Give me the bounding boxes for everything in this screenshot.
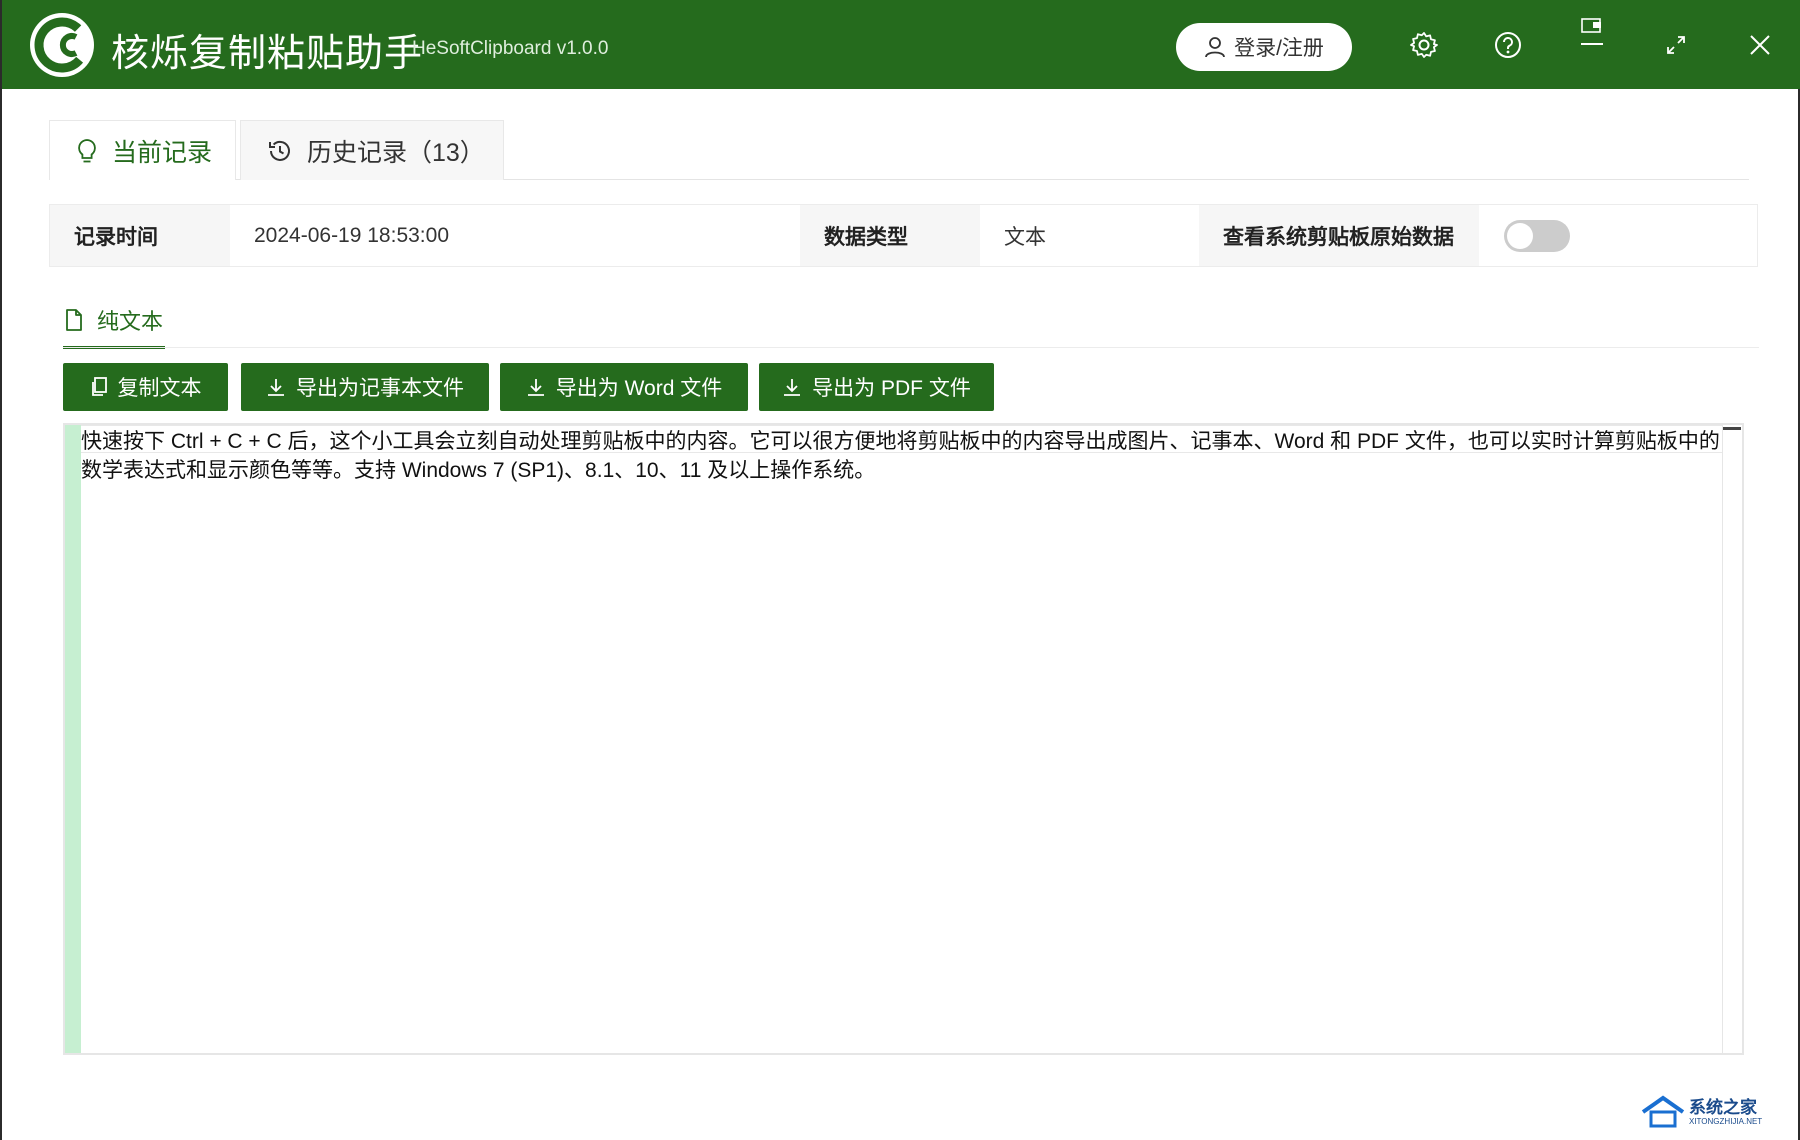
watermark-text: 系统之家 bbox=[1689, 1098, 1757, 1117]
app-version: HeSoftClipboard v1.0.0 bbox=[412, 38, 609, 59]
subtab-plain-text[interactable]: 纯文本 bbox=[63, 293, 165, 349]
record-info-row: 记录时间 2024-06-19 18:53:00 数据类型 文本 查看系统剪贴板… bbox=[49, 204, 1758, 267]
title-bar[interactable]: 核烁复制粘贴助手 HeSoftClipboard v1.0.0 登录/注册 bbox=[2, 0, 1800, 89]
export-word-button[interactable]: 导出为 Word 文件 bbox=[500, 363, 748, 411]
copy-text-button[interactable]: 复制文本 bbox=[63, 363, 228, 411]
copy-icon bbox=[91, 377, 107, 396]
export-pdf-button[interactable]: 导出为 PDF 文件 bbox=[759, 363, 994, 411]
pin-to-top-icon[interactable] bbox=[1580, 18, 1604, 34]
close-button[interactable] bbox=[1743, 28, 1777, 62]
maximize-button[interactable] bbox=[1659, 28, 1693, 62]
file-icon bbox=[66, 308, 82, 331]
app-window: 核烁复制粘贴助手 HeSoftClipboard v1.0.0 登录/注册 当前… bbox=[0, 0, 1800, 1140]
content-card: 当前记录 历史记录（13） 记录时间 2024-06-19 18:53:00 数… bbox=[16, 103, 1788, 1126]
lightbulb-icon bbox=[78, 138, 96, 162]
text-editor[interactable]: 快速按下 Ctrl + C + C 后，这个小工具会立刻自动处理剪贴板中的内容。… bbox=[63, 423, 1744, 1055]
watermark-subtext: XITONGZHIJIA.NET bbox=[1689, 1117, 1763, 1126]
download-icon bbox=[784, 379, 801, 396]
export-word-label: 导出为 Word 文件 bbox=[555, 377, 723, 400]
app-title: 核烁复制粘贴助手 bbox=[111, 33, 424, 75]
tab-current-record-label: 当前记录 bbox=[112, 138, 213, 167]
login-register-button[interactable]: 登录/注册 bbox=[1176, 23, 1352, 71]
raw-data-toggle-cell bbox=[1479, 205, 1757, 266]
record-time-label: 记录时间 bbox=[50, 205, 230, 266]
subtab-plain-text-label: 纯文本 bbox=[97, 308, 164, 334]
export-notepad-button[interactable]: 导出为记事本文件 bbox=[241, 363, 489, 411]
scrollbar-thumb[interactable] bbox=[1723, 427, 1741, 430]
settings-button[interactable] bbox=[1407, 28, 1441, 62]
record-time-value: 2024-06-19 18:53:00 bbox=[254, 223, 449, 247]
export-pdf-label: 导出为 PDF 文件 bbox=[812, 377, 971, 400]
editor-content[interactable]: 快速按下 Ctrl + C + C 后，这个小工具会立刻自动处理剪贴板中的内容。… bbox=[81, 427, 1721, 485]
subtab-divider bbox=[63, 347, 1759, 348]
record-tabs: 当前记录 历史记录（13） bbox=[49, 120, 1749, 180]
app-logo-icon bbox=[30, 13, 94, 77]
editor-gutter bbox=[65, 425, 81, 1053]
copy-text-label: 复制文本 bbox=[117, 377, 202, 400]
gear-icon bbox=[1410, 32, 1438, 58]
close-icon bbox=[1750, 35, 1770, 55]
vertical-scrollbar[interactable] bbox=[1722, 425, 1742, 1053]
pin-minimize-group[interactable] bbox=[1575, 12, 1609, 52]
login-register-label: 登录/注册 bbox=[1234, 37, 1324, 60]
data-type-value: 文本 bbox=[1004, 225, 1046, 249]
tab-history-record[interactable]: 历史记录（13） bbox=[240, 120, 504, 180]
download-icon bbox=[527, 379, 544, 396]
download-icon bbox=[268, 379, 284, 396]
minimize-icon[interactable] bbox=[1581, 42, 1603, 46]
watermark-logo-icon bbox=[1641, 1095, 1685, 1128]
raw-data-label: 查看系统剪贴板原始数据 bbox=[1199, 205, 1479, 266]
user-icon bbox=[1205, 37, 1225, 58]
tab-current-record[interactable]: 当前记录 bbox=[49, 120, 236, 180]
history-clock-icon bbox=[269, 140, 290, 161]
data-type-label: 数据类型 bbox=[800, 205, 980, 266]
maximize-icon bbox=[1667, 36, 1685, 54]
raw-data-toggle[interactable] bbox=[1503, 219, 1571, 253]
tab-history-record-label: 历史记录（13） bbox=[307, 138, 485, 167]
watermark: 系统之家 XITONGZHIJIA.NET bbox=[1639, 1090, 1789, 1136]
help-icon bbox=[1495, 32, 1521, 58]
export-notepad-label: 导出为记事本文件 bbox=[296, 377, 464, 400]
help-button[interactable] bbox=[1491, 28, 1525, 62]
